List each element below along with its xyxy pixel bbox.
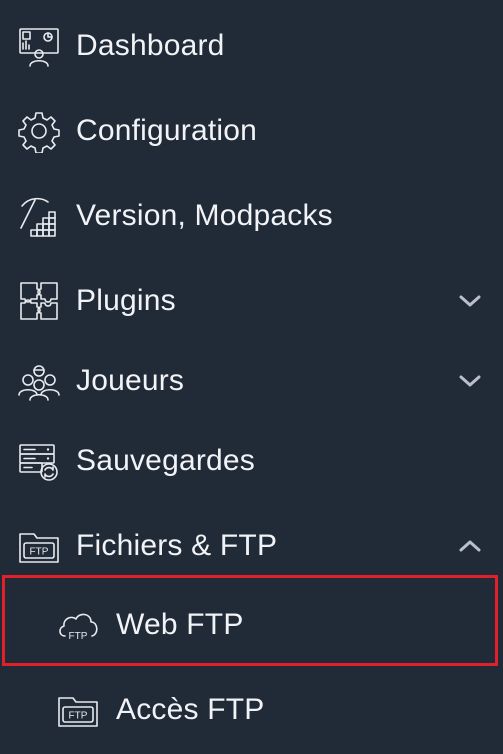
chevron-down-icon[interactable] (457, 288, 483, 314)
menu-item-version-modpacks[interactable]: Version, Modpacks (0, 190, 503, 242)
submenu-item-label: Accès FTP (116, 693, 265, 726)
menu-item-plugins[interactable]: Plugins (0, 275, 503, 327)
chevron-up-icon[interactable] (457, 533, 483, 559)
menu-item-label: Version, Modpacks (76, 199, 333, 232)
ftp-folder-icon: FTP (56, 688, 100, 732)
pickaxe-blocks-icon (17, 194, 61, 238)
menu-item-fichiers-ftp[interactable]: FTP Fichiers & FTP (0, 520, 503, 572)
ftp-folder-icon: FTP (17, 524, 61, 568)
dashboard-icon (17, 24, 61, 68)
players-icon (17, 359, 61, 403)
gear-icon (17, 109, 61, 153)
menu-item-dashboard[interactable]: Dashboard (0, 20, 503, 72)
menu-item-label: Sauvegardes (76, 444, 255, 477)
menu-item-label: Plugins (76, 284, 176, 317)
selection-highlight (2, 575, 498, 666)
menu-item-label: Fichiers & FTP (76, 529, 278, 562)
menu-item-label: Configuration (76, 114, 258, 147)
puzzle-icon (17, 279, 61, 323)
submenu-item-acces-ftp[interactable]: FTP Accès FTP (0, 684, 503, 736)
menu-item-configuration[interactable]: Configuration (0, 105, 503, 157)
menu-item-label: Joueurs (76, 364, 185, 397)
server-backup-icon (17, 439, 61, 483)
ftp-tag: FTP (30, 547, 49, 558)
menu-item-joueurs[interactable]: Joueurs (0, 355, 503, 407)
ftp-tag: FTP (69, 711, 88, 722)
menu-item-label: Dashboard (76, 29, 225, 62)
menu-item-sauvegardes[interactable]: Sauvegardes (0, 435, 503, 487)
chevron-down-icon[interactable] (457, 368, 483, 394)
